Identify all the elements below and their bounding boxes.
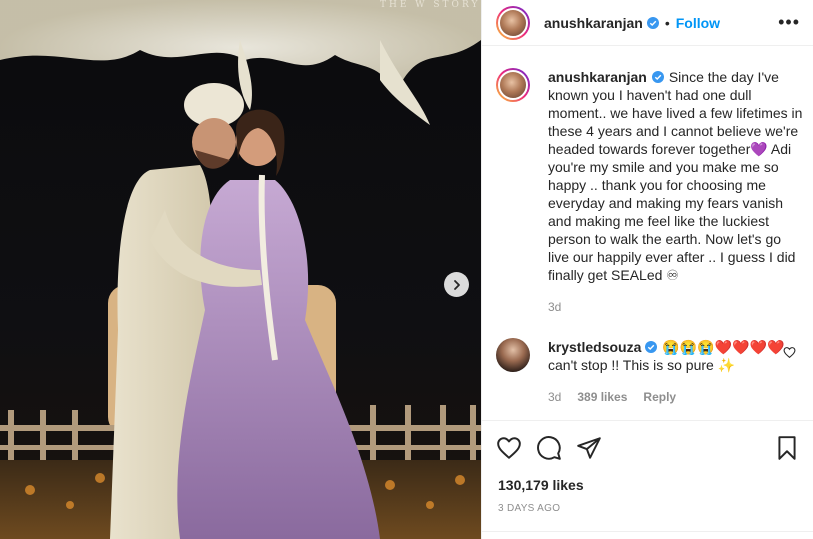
photo-watermark: THE W STORY xyxy=(380,0,481,10)
post-header: anushkaranjan • Follow ••• xyxy=(482,0,813,46)
comment-reply-button[interactable]: Reply xyxy=(643,388,676,406)
verified-badge-icon xyxy=(651,71,664,83)
commenter-avatar[interactable] xyxy=(496,338,530,372)
caption-timestamp[interactable]: 3d xyxy=(548,298,803,316)
chevron-right-icon xyxy=(453,279,460,290)
comment-meta: 3d 389 likes Reply xyxy=(548,388,788,406)
wedding-couple-image xyxy=(0,0,481,539)
comment-like-heart-icon[interactable] xyxy=(783,346,796,359)
post-photo[interactable]: THE W STORY xyxy=(0,0,481,539)
more-options-icon[interactable]: ••• xyxy=(778,12,800,33)
like-button[interactable] xyxy=(496,435,522,461)
caption-author-avatar[interactable] xyxy=(496,68,530,102)
caption-text: Since the day I've known you I haven't h… xyxy=(548,69,803,283)
comments-section[interactable]: anushkaranjan Since the day I've known y… xyxy=(482,46,813,420)
post-actions-bar: 130,179 likes 3 DAYS AGO xyxy=(482,420,813,539)
author-username[interactable]: anushkaranjan xyxy=(544,15,643,31)
comment-button[interactable] xyxy=(536,435,562,461)
add-comment-area xyxy=(482,531,813,539)
verified-badge-icon xyxy=(646,16,659,29)
caption-author-username[interactable]: anushkaranjan xyxy=(548,69,647,85)
verified-badge-icon xyxy=(645,341,658,353)
paper-plane-icon xyxy=(577,437,601,459)
post-likes-count[interactable]: 130,179 likes xyxy=(498,477,584,493)
next-photo-button[interactable] xyxy=(444,272,469,297)
header-separator: • xyxy=(664,14,670,31)
post-timestamp[interactable]: 3 DAYS AGO xyxy=(498,503,560,514)
comment-likes[interactable]: 389 likes xyxy=(577,388,627,406)
post-caption: anushkaranjan Since the day I've known y… xyxy=(496,68,806,316)
post-side-panel: anushkaranjan • Follow ••• anushkaranjan… xyxy=(481,0,813,539)
comment-item: krystledsouza 😭😭😭❤️❤️❤️❤️ can't stop !! … xyxy=(496,338,806,406)
share-button[interactable] xyxy=(576,435,602,461)
bookmark-icon xyxy=(778,436,796,460)
follow-button[interactable]: Follow xyxy=(676,15,720,31)
commenter-username[interactable]: krystledsouza xyxy=(548,339,641,355)
heart-icon xyxy=(497,437,521,459)
caption-body: anushkaranjan Since the day I've known y… xyxy=(548,68,803,316)
author-avatar[interactable] xyxy=(496,5,530,40)
save-button[interactable] xyxy=(774,435,800,461)
comment-bubble-icon xyxy=(537,436,561,460)
comment-timestamp[interactable]: 3d xyxy=(548,388,561,406)
comment-body: krystledsouza 😭😭😭❤️❤️❤️❤️ can't stop !! … xyxy=(548,338,788,406)
